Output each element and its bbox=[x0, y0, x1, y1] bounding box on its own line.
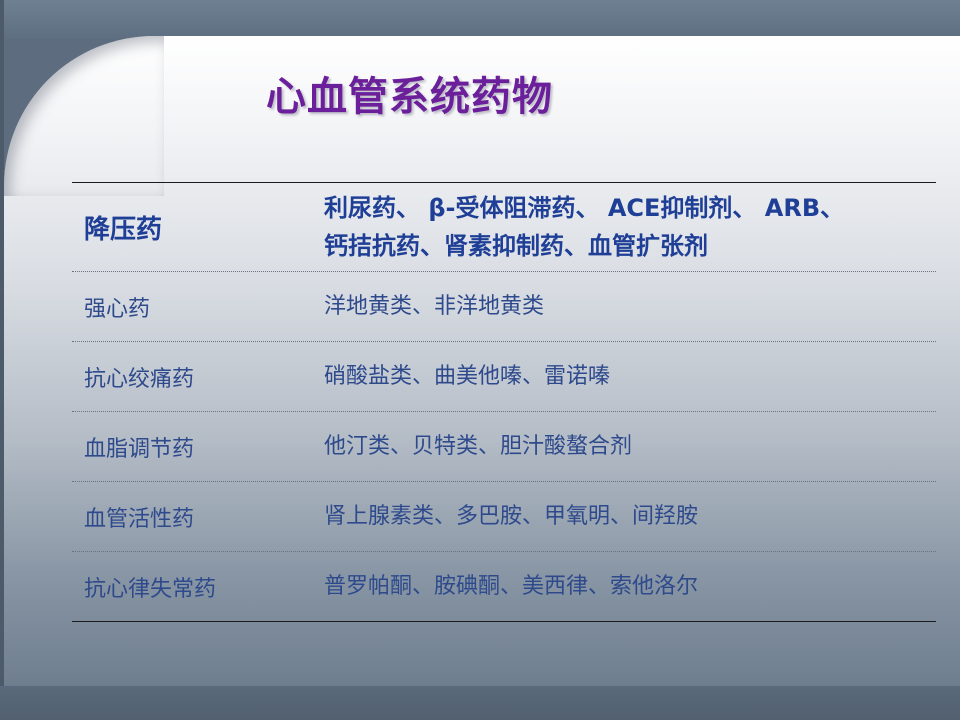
table-row-antianginal: 抗心绞痛药 硝酸盐类、曲美他嗪、雷诺嗪 bbox=[72, 341, 936, 411]
row-drugs-line-1: 利尿药、 β-受体阻滞药、 ACE抑制剂、 ARB、 bbox=[324, 194, 845, 222]
row-drugs: 洋地黄类、非洋地黄类 bbox=[324, 293, 545, 319]
row-drugs: 硝酸盐类、曲美他嗪、雷诺嗪 bbox=[324, 363, 611, 389]
table-row-antiarrhythmic: 抗心律失常药 普罗帕酮、胺碘酮、美西律、索他洛尔 bbox=[72, 551, 936, 621]
table-row-vasoactive: 血管活性药 肾上腺素类、多巴胺、甲氧明、间羟胺 bbox=[72, 481, 936, 551]
slide-title: 心血管系统药物 bbox=[266, 74, 553, 120]
row-drugs: 利尿药、 β-受体阻滞药、 ACE抑制剂、 ARB、 钙拮抗药、肾素抑制药、血管… bbox=[324, 189, 936, 265]
row-drugs: 肾上腺素类、多巴胺、甲氧明、间羟胺 bbox=[324, 503, 699, 529]
table-row-lipid-regulating: 血脂调节药 他汀类、贝特类、胆汁酸螯合剂 bbox=[72, 411, 936, 481]
row-category: 降压药 bbox=[84, 214, 163, 245]
slide-frame-top bbox=[0, 0, 960, 38]
table-row-cardiotonic: 强心药 洋地黄类、非洋地黄类 bbox=[72, 271, 936, 341]
row-drugs-line-2: 钙拮抗药、肾素抑制药、血管扩张剂 bbox=[324, 232, 708, 260]
row-category: 抗心绞痛药 bbox=[84, 366, 195, 392]
slide-footer-bar bbox=[0, 686, 960, 720]
row-category: 血管活性药 bbox=[84, 506, 195, 532]
drug-classification-table: 降压药 利尿药、 β-受体阻滞药、 ACE抑制剂、 ARB、 钙拮抗药、肾素抑制… bbox=[72, 182, 936, 622]
row-drugs: 普罗帕酮、胺碘酮、美西律、索他洛尔 bbox=[324, 573, 699, 599]
row-category: 强心药 bbox=[84, 296, 151, 322]
row-category: 抗心律失常药 bbox=[84, 576, 217, 602]
row-drugs: 他汀类、贝特类、胆汁酸螯合剂 bbox=[324, 433, 633, 459]
row-category: 血脂调节药 bbox=[84, 436, 195, 462]
table-row-antihypertensive: 降压药 利尿药、 β-受体阻滞药、 ACE抑制剂、 ARB、 钙拮抗药、肾素抑制… bbox=[72, 183, 936, 271]
